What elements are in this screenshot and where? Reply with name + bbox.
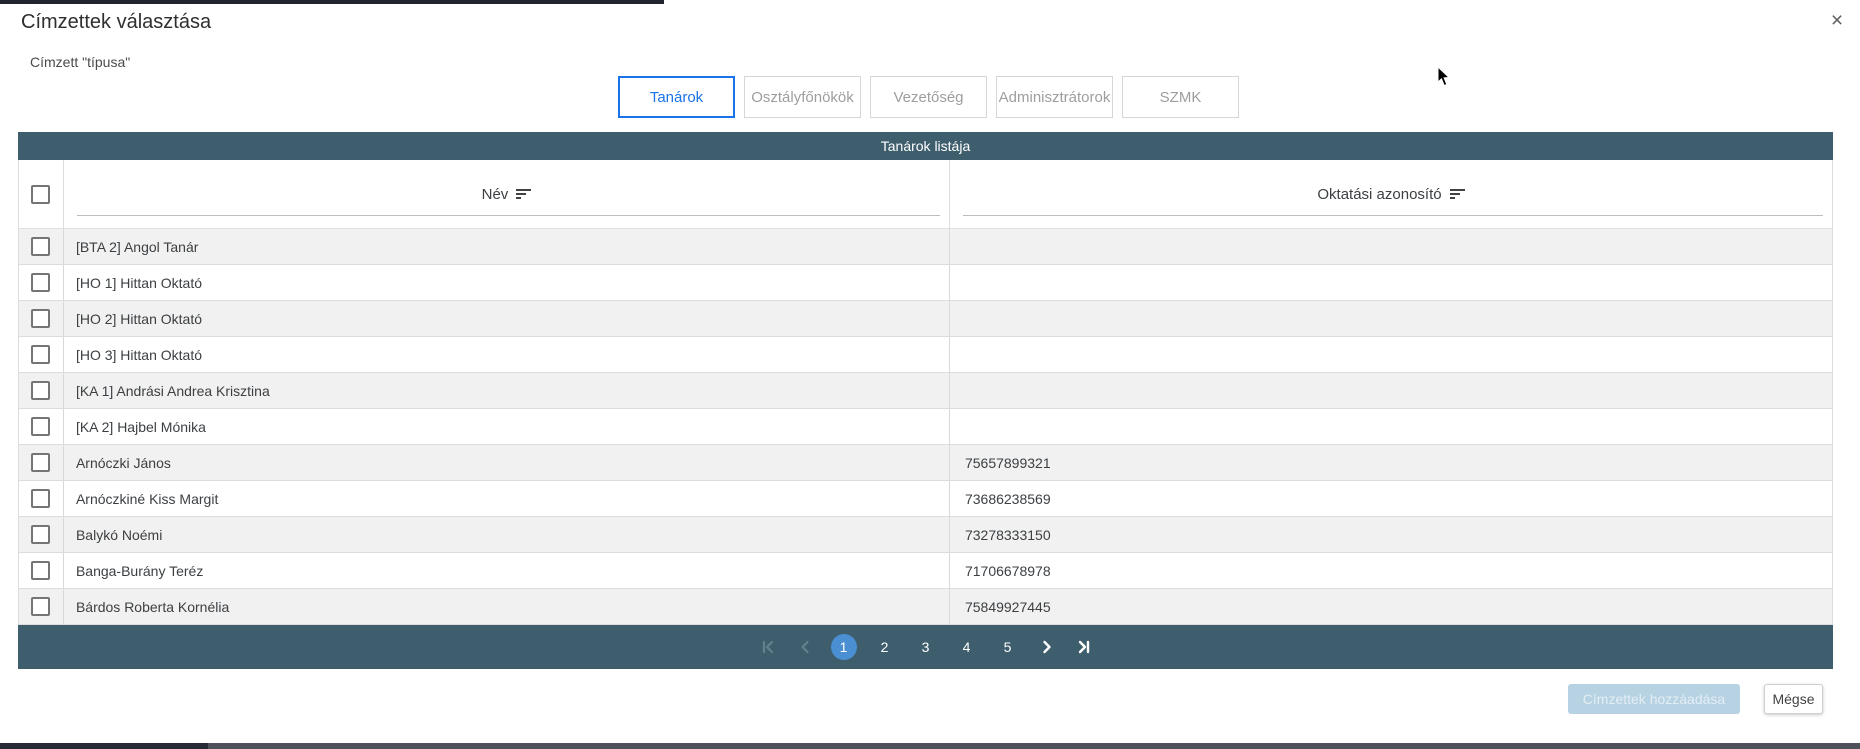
cell-oid: 73278333150	[949, 517, 1832, 552]
column-header-oid[interactable]: Oktatási azonosító	[949, 160, 1832, 228]
page-number-2[interactable]: 2	[872, 634, 898, 660]
cell-oid	[949, 409, 1832, 444]
cell-name: [HO 2] Hittan Oktató	[63, 301, 949, 336]
row-checkbox[interactable]	[31, 417, 50, 436]
cell-oid: 75849927445	[949, 589, 1832, 624]
column-header-name[interactable]: Név	[63, 160, 949, 228]
header-underline	[77, 215, 940, 216]
table-row: Bárdos Roberta Kornélia 75849927445	[19, 589, 1832, 625]
tab-szmk[interactable]: SZMK	[1122, 76, 1239, 118]
cell-oid	[949, 337, 1832, 372]
table-row: [KA 1] Andrási Andrea Krisztina	[19, 373, 1832, 409]
cell-name: Banga-Burány Teréz	[63, 553, 949, 588]
table-row: [KA 2] Hajbel Mónika	[19, 409, 1832, 445]
next-page-icon[interactable]	[1036, 636, 1058, 658]
first-page-icon[interactable]	[757, 636, 779, 658]
page-number-5[interactable]: 5	[995, 634, 1021, 660]
previous-page-icon[interactable]	[794, 636, 816, 658]
sort-icon[interactable]	[1450, 189, 1465, 199]
row-checkbox[interactable]	[31, 561, 50, 580]
table-row: Arnóczki János 75657899321	[19, 445, 1832, 481]
header-underline	[963, 215, 1823, 216]
cell-oid	[949, 229, 1832, 264]
cell-name: Arnóczkiné Kiss Margit	[63, 481, 949, 516]
cell-name: [HO 1] Hittan Oktató	[63, 265, 949, 300]
table-row: [BTA 2] Angol Tanár	[19, 229, 1832, 265]
table-row: Arnóczkiné Kiss Margit 73686238569	[19, 481, 1832, 517]
table-body: [BTA 2] Angol Tanár [HO 1] Hittan Oktató…	[18, 228, 1833, 625]
cell-oid	[949, 301, 1832, 336]
page-number-3[interactable]: 3	[913, 634, 939, 660]
tab-tanarok[interactable]: Tanárok	[618, 76, 735, 118]
close-icon[interactable]: ×	[1824, 8, 1850, 34]
cell-name: [HO 3] Hittan Oktató	[63, 337, 949, 372]
cell-name: [KA 2] Hajbel Mónika	[63, 409, 949, 444]
dialog-title: Címzettek választása	[21, 11, 211, 34]
row-checkbox[interactable]	[31, 345, 50, 364]
background-page-edge-bottom	[0, 743, 1860, 749]
table-title-bar: Tanárok listája	[18, 132, 1833, 160]
table-row: Banga-Burány Teréz 71706678978	[19, 553, 1832, 589]
recipient-type-tabs: Tanárok Osztályfőnökök Vezetőség Adminis…	[618, 76, 1239, 118]
table-row: [HO 3] Hittan Oktató	[19, 337, 1832, 373]
select-all-checkbox[interactable]	[31, 185, 50, 204]
tab-vezetoseg[interactable]: Vezetőség	[870, 76, 987, 118]
background-page-edge-top	[0, 0, 664, 4]
row-checkbox[interactable]	[31, 525, 50, 544]
recipient-type-label: Címzett "típusa"	[30, 54, 130, 70]
cell-name: Balykó Noémi	[63, 517, 949, 552]
row-checkbox[interactable]	[31, 453, 50, 472]
row-checkbox[interactable]	[31, 597, 50, 616]
cell-oid	[949, 373, 1832, 408]
table-row: [HO 1] Hittan Oktató	[19, 265, 1832, 301]
cell-name: Bárdos Roberta Kornélia	[63, 589, 949, 624]
cell-name: [KA 1] Andrási Andrea Krisztina	[63, 373, 949, 408]
page-number-1[interactable]: 1	[831, 634, 857, 660]
row-checkbox[interactable]	[31, 489, 50, 508]
table-row: [HO 2] Hittan Oktató	[19, 301, 1832, 337]
row-checkbox[interactable]	[31, 309, 50, 328]
row-checkbox[interactable]	[31, 237, 50, 256]
cell-oid: 75657899321	[949, 445, 1832, 480]
last-page-icon[interactable]	[1073, 636, 1095, 658]
teachers-table: Tanárok listája Név Oktatási azonosító […	[18, 132, 1833, 669]
row-checkbox[interactable]	[31, 381, 50, 400]
cell-oid: 71706678978	[949, 553, 1832, 588]
column-header-oid-label: Oktatási azonosító	[1317, 186, 1441, 203]
sort-icon[interactable]	[516, 189, 531, 199]
cell-name: [BTA 2] Angol Tanár	[63, 229, 949, 264]
cell-name: Arnóczki János	[63, 445, 949, 480]
mouse-cursor	[1437, 66, 1451, 87]
cancel-button[interactable]: Mégse	[1764, 684, 1823, 714]
row-checkbox[interactable]	[31, 273, 50, 292]
cell-oid: 73686238569	[949, 481, 1832, 516]
pagination-bar: 1 2 3 4 5	[18, 625, 1833, 669]
add-recipients-button[interactable]: Címzettek hozzáadása	[1568, 684, 1740, 714]
column-header-name-label: Név	[482, 186, 509, 203]
table-row: Balykó Noémi 73278333150	[19, 517, 1832, 553]
cell-oid	[949, 265, 1832, 300]
tab-adminisztratorok[interactable]: Adminisztrátorok	[996, 76, 1113, 118]
page-number-4[interactable]: 4	[954, 634, 980, 660]
table-header-row: Név Oktatási azonosító	[18, 160, 1833, 228]
tab-osztalyfonokok[interactable]: Osztályfőnökök	[744, 76, 861, 118]
